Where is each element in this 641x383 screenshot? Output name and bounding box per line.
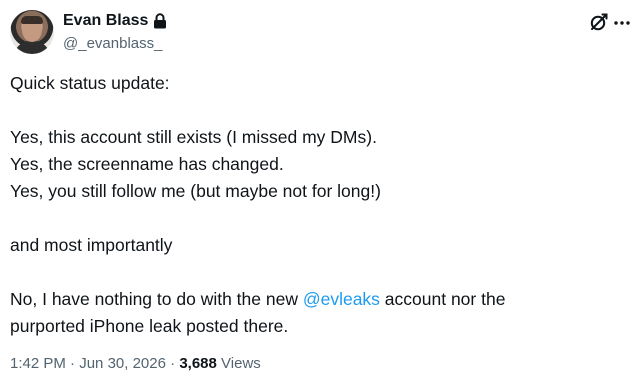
- tweet-card: Evan Blass @_evanblass_ Quick status upd…: [0, 0, 641, 383]
- tweet-time[interactable]: 1:42 PM: [10, 355, 66, 372]
- tweet-line: Yes, you still follow me (but maybe not …: [10, 181, 381, 201]
- tweet-line: purported iPhone leak posted there.: [10, 316, 289, 336]
- tweet-text: Quick status update: Yes, this account s…: [10, 70, 620, 340]
- tweet-line-with-mention: No, I have nothing to do with the new @e…: [10, 286, 620, 313]
- lock-icon: [153, 13, 167, 29]
- tweet-text-segment: account nor the: [379, 289, 506, 309]
- tweet-line: Quick status update:: [10, 73, 170, 93]
- author-name-row: Evan Blass: [63, 11, 167, 31]
- more-dots-icon[interactable]: [613, 12, 631, 32]
- tweet-header: Evan Blass @_evanblass_: [10, 10, 631, 56]
- tweet-meta: 1:42 PM · Jun 30, 2026 · 3,688 Views: [10, 354, 261, 374]
- avatar-hair: [21, 16, 43, 24]
- avatar-shirt: [14, 41, 50, 54]
- meta-separator: ·: [165, 355, 180, 372]
- author-avatar[interactable]: [10, 10, 54, 54]
- views-count: 3,688: [179, 355, 217, 372]
- mention-link[interactable]: @evleaks: [303, 289, 380, 309]
- tweet-line: and most importantly: [10, 235, 173, 255]
- tweet-text-segment: No, I have nothing to do with the new: [10, 289, 303, 309]
- grok-slash-icon[interactable]: [589, 12, 609, 32]
- tweet-date[interactable]: Jun 30, 2026: [79, 355, 166, 372]
- tweet-line: Yes, the screenname has changed.: [10, 154, 284, 174]
- tweet-line: Yes, this account still exists (I missed…: [10, 127, 377, 147]
- author-handle[interactable]: @_evanblass_: [63, 34, 162, 53]
- meta-separator: ·: [65, 355, 80, 372]
- views-label[interactable]: Views: [221, 355, 261, 372]
- author-display-name[interactable]: Evan Blass: [63, 11, 148, 31]
